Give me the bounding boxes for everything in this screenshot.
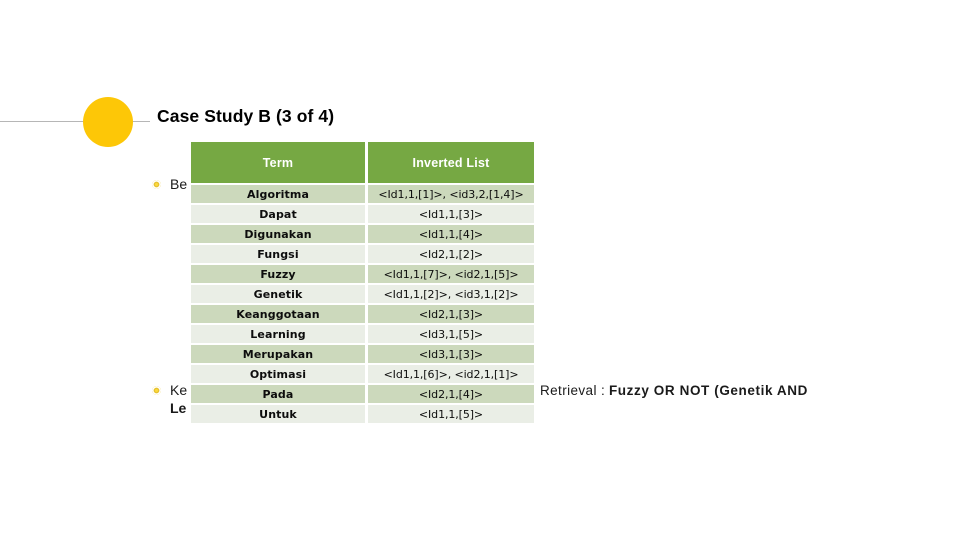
table-row: Digunakan <Id1,1,[4]> (191, 225, 534, 243)
retrieval-label: Retrieval : (540, 383, 606, 398)
cell-term: Untuk (191, 405, 365, 423)
cell-inverted-list: <Id3,1,[5]> (368, 325, 534, 343)
bullet-marker-icon (152, 180, 161, 189)
table-row: Dapat <Id1,1,[3]> (191, 205, 534, 223)
cell-inverted-list: <Id1,1,[6]>, <id2,1,[1]> (368, 365, 534, 383)
list-item: Be (152, 175, 187, 193)
cell-term: Digunakan (191, 225, 365, 243)
cell-inverted-list: <Id2,1,[3]> (368, 305, 534, 323)
cell-inverted-list: <Id2,1,[4]> (368, 385, 534, 403)
cell-term: Fuzzy (191, 265, 365, 283)
table-row: Untuk <Id1,1,[5]> (191, 405, 534, 423)
table-row: Keanggotaan <Id2,1,[3]> (191, 305, 534, 323)
cell-term: Merupakan (191, 345, 365, 363)
table-header-row: Term Inverted List (191, 142, 534, 183)
table-body: Algoritma <Id1,1,[1]>, <id3,2,[1,4]> Dapat… (191, 185, 534, 423)
cell-term: Keanggotaan (191, 305, 365, 323)
retrieval-expression: Fuzzy OR NOT (Genetik AND (608, 383, 808, 398)
table-row: Pada <Id2,1,[4]> (191, 385, 534, 403)
table-row: Genetik <Id1,1,[2]>, <id3,1,[2]> (191, 285, 534, 303)
cell-inverted-list: <Id1,1,[4]> (368, 225, 534, 243)
cell-term: Algoritma (191, 185, 365, 203)
cell-inverted-list: <Id1,1,[7]>, <id2,1,[5]> (368, 265, 534, 283)
bullet-line-1: Be (170, 176, 188, 192)
cell-term: Genetik (191, 285, 365, 303)
slide-canvas: Case Study B (3 of 4) Be Ke Le Retrieval… (0, 0, 960, 540)
inverted-index-table: Term Inverted List Algoritma <Id1,1,[1]>,… (188, 140, 537, 425)
cell-term: Fungsi (191, 245, 365, 263)
bullet-line-1: Ke (170, 382, 188, 398)
retrieval-query-caption: Retrieval : Fuzzy OR NOT (Genetik AND (540, 383, 808, 398)
table-row: Learning <Id3,1,[5]> (191, 325, 534, 343)
table-row: Merupakan <Id3,1,[3]> (191, 345, 534, 363)
table-row: Optimasi <Id1,1,[6]>, <id2,1,[1]> (191, 365, 534, 383)
cell-inverted-list: <Id1,1,[3]> (368, 205, 534, 223)
gold-circle-decoration (83, 97, 133, 147)
cell-inverted-list: <Id1,1,[2]>, <id3,1,[2]> (368, 285, 534, 303)
list-item: Ke Le (152, 381, 187, 418)
cell-term: Optimasi (191, 365, 365, 383)
bullet-line-2: Le (170, 400, 187, 417)
cell-inverted-list: <Id1,1,[5]> (368, 405, 534, 423)
table-row: Algoritma <Id1,1,[1]>, <id3,2,[1,4]> (191, 185, 534, 203)
cell-term: Dapat (191, 205, 365, 223)
cell-inverted-list: <Id1,1,[1]>, <id3,2,[1,4]> (368, 185, 534, 203)
table-row: Fungsi <Id2,1,[2]> (191, 245, 534, 263)
bullet-text: Ke Le (170, 381, 187, 418)
bullet-marker-icon (152, 386, 161, 395)
cell-inverted-list: <Id3,1,[3]> (368, 345, 534, 363)
column-header-term: Term (191, 142, 365, 183)
table-row: Fuzzy <Id1,1,[7]>, <id2,1,[5]> (191, 265, 534, 283)
cell-term: Pada (191, 385, 365, 403)
column-header-inverted-list: Inverted List (368, 142, 534, 183)
bullet-text: Be (170, 175, 187, 193)
page-title: Case Study B (3 of 4) (157, 106, 335, 126)
cell-term: Learning (191, 325, 365, 343)
cell-inverted-list: <Id2,1,[2]> (368, 245, 534, 263)
